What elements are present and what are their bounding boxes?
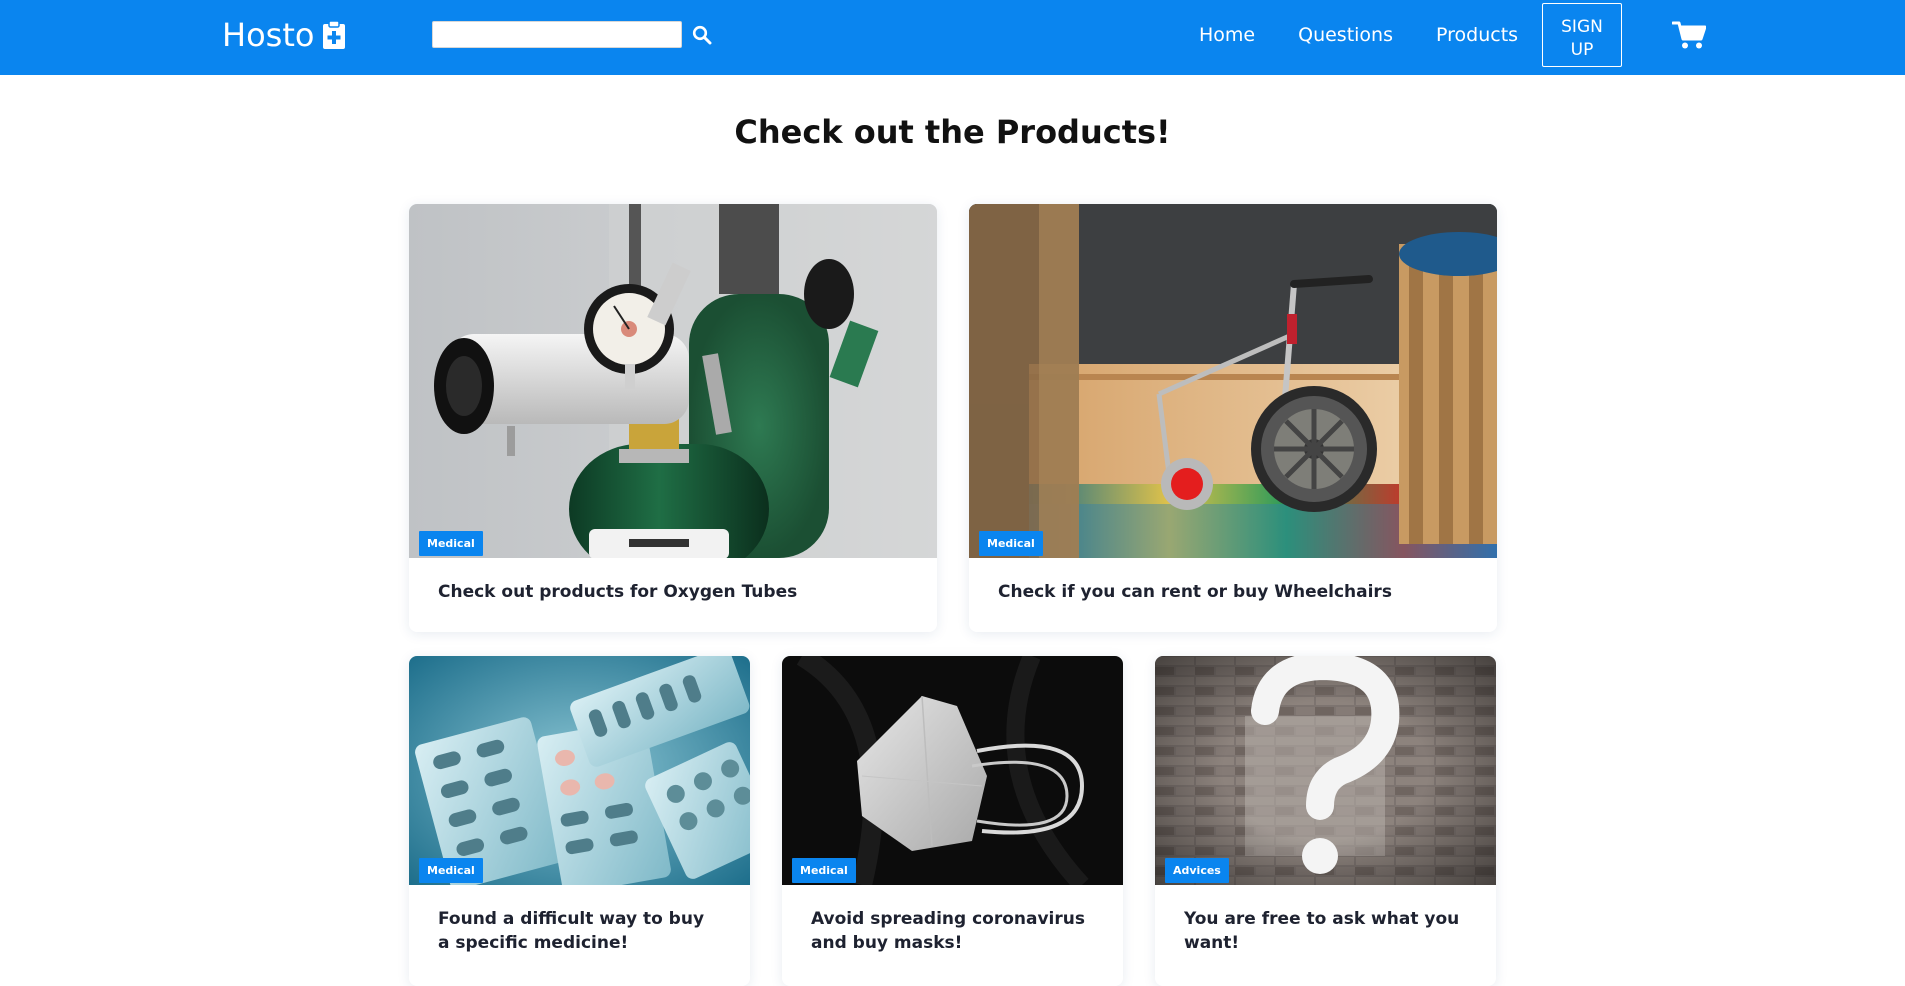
medical-clipboard-icon: [323, 20, 346, 49]
category-badge: Medical: [419, 858, 483, 883]
nav-link-home[interactable]: Home: [1199, 24, 1255, 46]
category-badge: Advices: [1165, 858, 1229, 883]
card-image-medicine: Medical: [409, 656, 750, 885]
page-title: Check out the Products!: [734, 113, 1171, 151]
nav-link-questions[interactable]: Questions: [1298, 24, 1393, 46]
category-badge: Medical: [979, 531, 1043, 556]
card-title: Check if you can rent or buy Wheelchairs: [998, 582, 1392, 602]
top-navbar: Hosto Home Questions Products SIGN UP: [0, 0, 1905, 75]
search-icon[interactable]: [692, 25, 712, 45]
shopping-cart-icon[interactable]: [1672, 20, 1706, 50]
product-card-oxygen[interactable]: Medical Check out products for Oxygen Tu…: [409, 204, 937, 632]
nav-link-products[interactable]: Products: [1436, 24, 1518, 46]
product-card-wheelchair[interactable]: Medical Check if you can rent or buy Whe…: [969, 204, 1497, 632]
search-input[interactable]: [432, 21, 682, 48]
signup-button[interactable]: SIGN UP: [1542, 3, 1622, 67]
nav-links: Home Questions Products: [1199, 24, 1518, 46]
category-badge: Medical: [792, 858, 856, 883]
card-title: Check out products for Oxygen Tubes: [438, 582, 798, 602]
card-image-mask: Medical: [782, 656, 1123, 885]
product-card-questions[interactable]: Advices You are free to ask what you wan…: [1155, 656, 1496, 986]
brand-name: Hosto: [222, 16, 315, 54]
search-bar: [432, 21, 712, 48]
card-title: Found a difficult way to buy a specific …: [438, 909, 705, 953]
card-image-wheelchair: Medical: [969, 204, 1497, 558]
card-image-oxygen: Medical: [409, 204, 937, 558]
card-title: You are free to ask what you want!: [1184, 909, 1460, 953]
product-card-medicine[interactable]: Medical Found a difficult way to buy a s…: [409, 656, 750, 986]
card-title: Avoid spreading coronavirus and buy mask…: [811, 909, 1085, 953]
card-image-question: Advices: [1155, 656, 1496, 885]
category-badge: Medical: [419, 531, 483, 556]
brand-logo[interactable]: Hosto: [222, 16, 346, 54]
product-card-masks[interactable]: Medical Avoid spreading coronavirus and …: [782, 656, 1123, 986]
